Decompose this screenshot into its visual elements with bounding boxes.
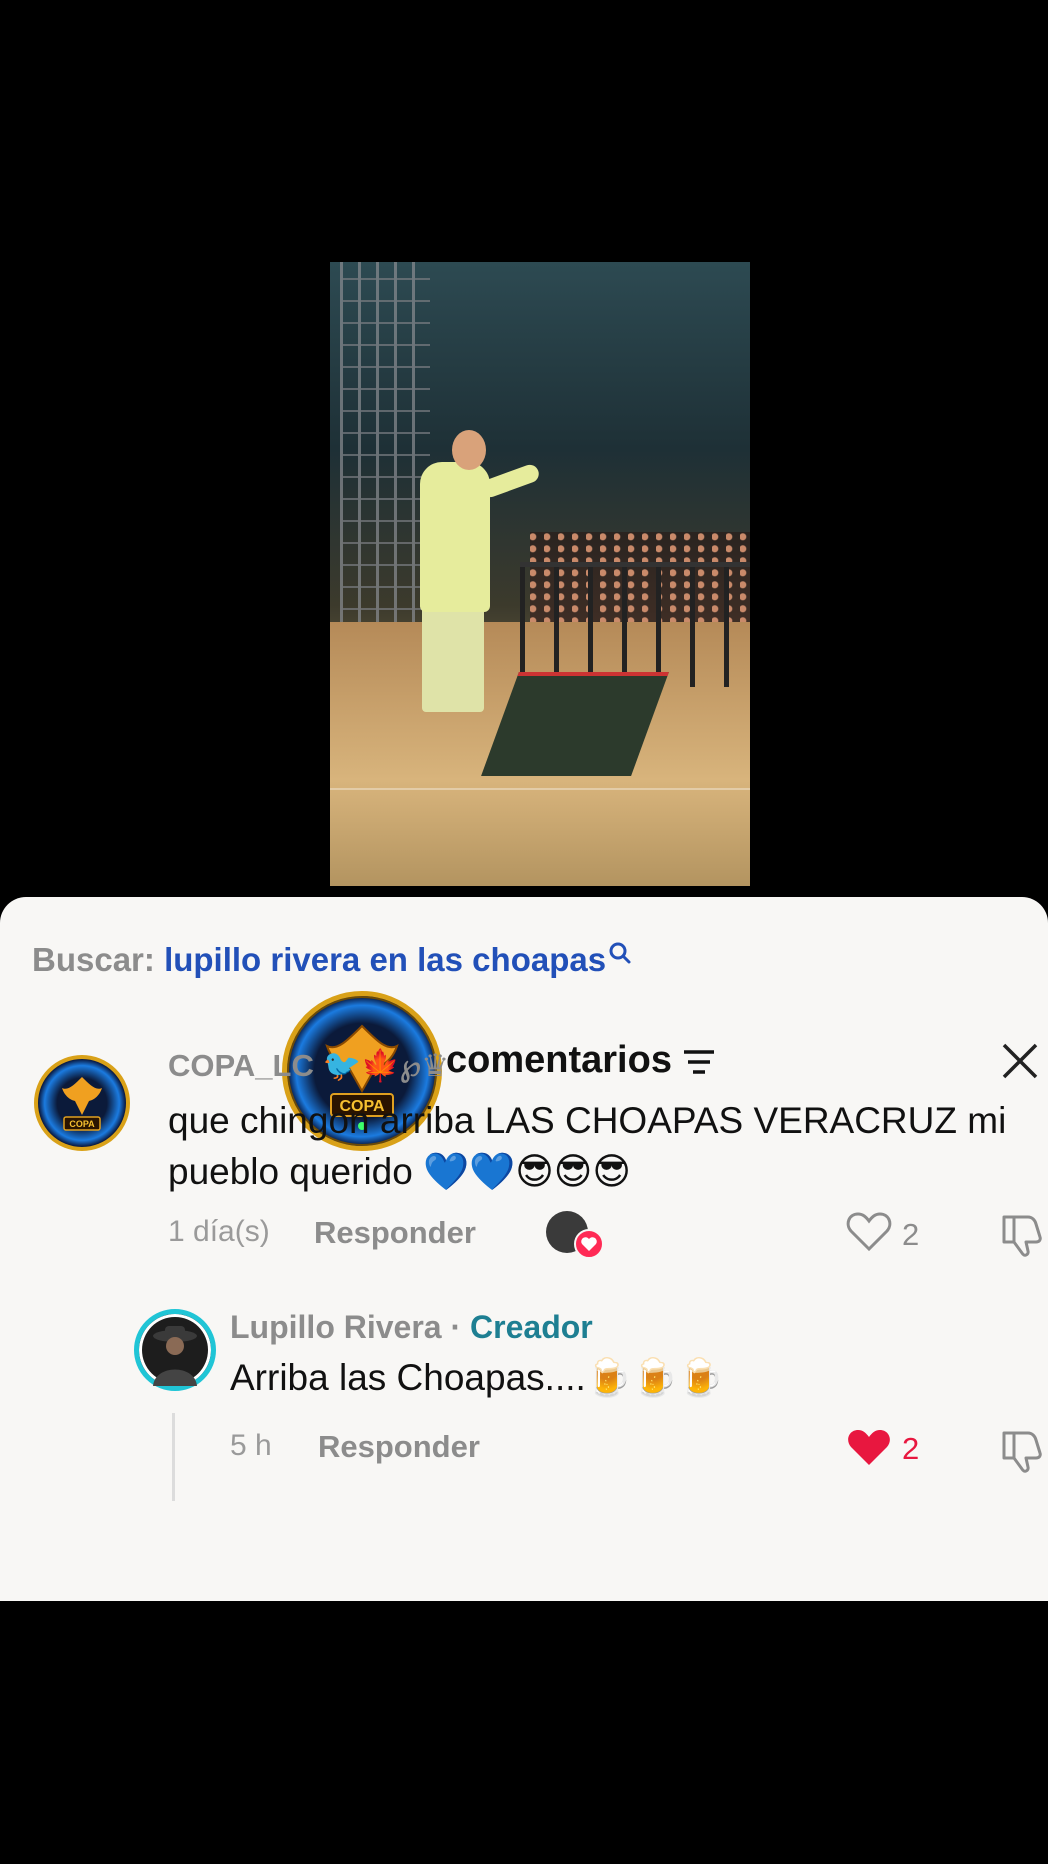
thumbs-down-icon — [1002, 1431, 1042, 1473]
comment-time: 1 día(s) — [168, 1215, 270, 1248]
dislike-button[interactable] — [998, 1211, 1044, 1262]
thread-line — [172, 1413, 175, 1501]
like-button[interactable] — [846, 1211, 892, 1258]
heart-icon — [574, 1229, 604, 1259]
separator: · — [450, 1309, 462, 1345]
like-count: 2 — [902, 1431, 920, 1466]
frame-split-line — [330, 788, 750, 790]
like-count: 2 — [902, 1217, 920, 1252]
heart-outline-icon — [846, 1212, 892, 1252]
username-text[interactable]: COPA_LC — [168, 1048, 314, 1083]
heart-filled-icon — [848, 1430, 890, 1465]
performer-body — [420, 462, 490, 612]
avatar[interactable]: COPA — [34, 1055, 130, 1151]
search-query-link[interactable]: lupillo rivera en las choapas — [164, 941, 606, 978]
search-icon — [608, 935, 632, 973]
comment-username[interactable]: COPA_LC 🐦🍁℘♛ — [168, 1047, 449, 1084]
thumbs-down-icon — [1002, 1215, 1042, 1257]
creator-badge: Creador — [470, 1309, 593, 1345]
performer-legs — [422, 602, 484, 712]
like-button[interactable] — [846, 1427, 892, 1474]
reply-text: Arriba las Choapas....🍺🍺🍺 — [230, 1357, 724, 1398]
username-text[interactable]: Lupillo Rivera — [230, 1309, 442, 1345]
reply-button[interactable]: Responder — [318, 1429, 480, 1465]
avatar[interactable] — [134, 1309, 216, 1391]
video-frame[interactable] — [330, 262, 750, 886]
reply-time: 5 h — [230, 1429, 272, 1462]
search-label: Buscar: — [32, 941, 155, 978]
dislike-button[interactable] — [998, 1427, 1044, 1478]
comment-text: que chingon arriba LAS CHOAPAS VERACRUZ … — [168, 1100, 1007, 1192]
stage-truss — [340, 262, 430, 632]
close-icon[interactable] — [1000, 1041, 1040, 1086]
comments-sheet: Buscar: lupillo rivera en las choapas CO… — [0, 897, 1048, 1601]
copa-logo-text: COPA — [69, 1119, 95, 1129]
performer-arm — [478, 462, 542, 500]
username-emoji: 🐦🍁℘♛ — [322, 1048, 450, 1083]
search-suggestion[interactable]: Buscar: lupillo rivera en las choapas — [32, 941, 632, 979]
comments-title: comentarios — [446, 1039, 672, 1081]
reply-button[interactable]: Responder — [314, 1215, 476, 1251]
filter-icon[interactable] — [682, 1047, 716, 1082]
barrier-rail — [520, 562, 750, 687]
reply-username[interactable]: Lupillo Rivera · Creador — [230, 1309, 593, 1346]
performer-head — [452, 430, 486, 470]
